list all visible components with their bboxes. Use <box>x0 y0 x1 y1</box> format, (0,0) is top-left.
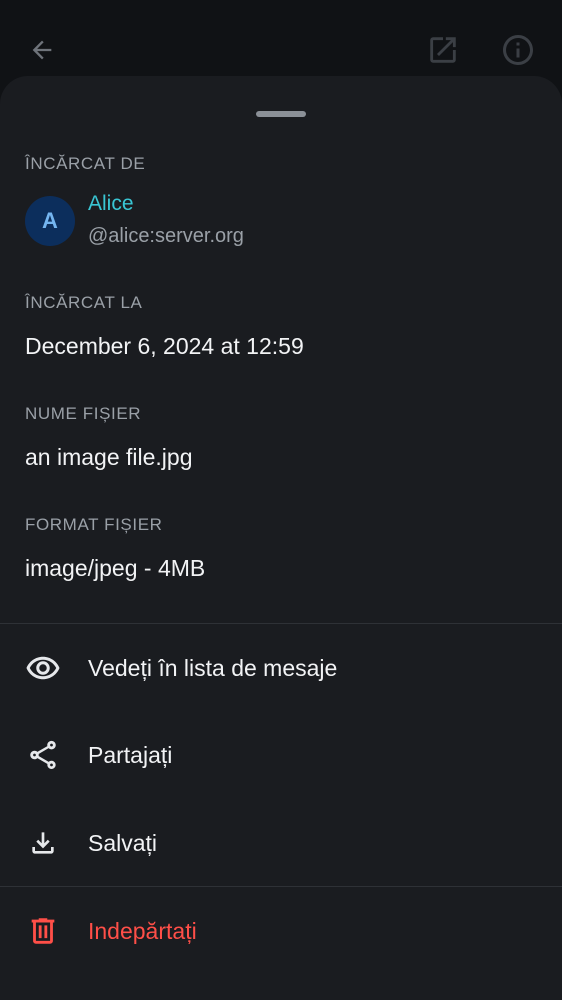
divider <box>0 886 562 887</box>
share-icon <box>23 735 63 775</box>
open-external-icon[interactable] <box>423 30 463 70</box>
file-format-label: FORMAT FIȘIER <box>25 515 163 534</box>
uploaded-at-value: December 6, 2024 at 12:59 <box>25 333 304 359</box>
file-format-value: image/jpeg - 4MB <box>25 555 206 581</box>
share-label: Partajați <box>88 741 173 768</box>
avatar: A <box>25 196 75 246</box>
divider <box>0 623 562 624</box>
media-details-bottom-sheet: ÎNCĂRCAT DE A Alice @alice:server.org ÎN… <box>0 76 562 1000</box>
remove-button[interactable]: Indepărtați <box>0 895 562 967</box>
file-name-value: an image file.jpg <box>25 444 193 470</box>
file-name-label: NUME FIȘIER <box>25 404 142 423</box>
info-icon[interactable] <box>498 30 538 70</box>
uploaded-at-label: ÎNCĂRCAT LA <box>25 293 143 312</box>
download-icon <box>23 823 63 863</box>
avatar-initial: A <box>42 208 58 233</box>
view-in-timeline-label: Vedeți în lista de mesaje <box>88 654 338 681</box>
drag-handle[interactable] <box>256 111 306 117</box>
save-label: Salvați <box>88 829 158 856</box>
share-button[interactable]: Partajați <box>0 719 562 791</box>
eye-icon <box>23 648 63 688</box>
back-arrow-icon[interactable] <box>22 30 62 70</box>
remove-label: Indepărtați <box>88 917 197 944</box>
view-in-timeline-button[interactable]: Vedeți în lista de mesaje <box>0 632 562 704</box>
trash-icon <box>23 911 63 951</box>
uploader-name: Alice <box>88 192 134 215</box>
save-button[interactable]: Salvați <box>0 807 562 879</box>
uploaded-by-label: ÎNCĂRCAT DE <box>25 154 146 173</box>
uploader-user-id: @alice:server.org <box>88 225 244 247</box>
